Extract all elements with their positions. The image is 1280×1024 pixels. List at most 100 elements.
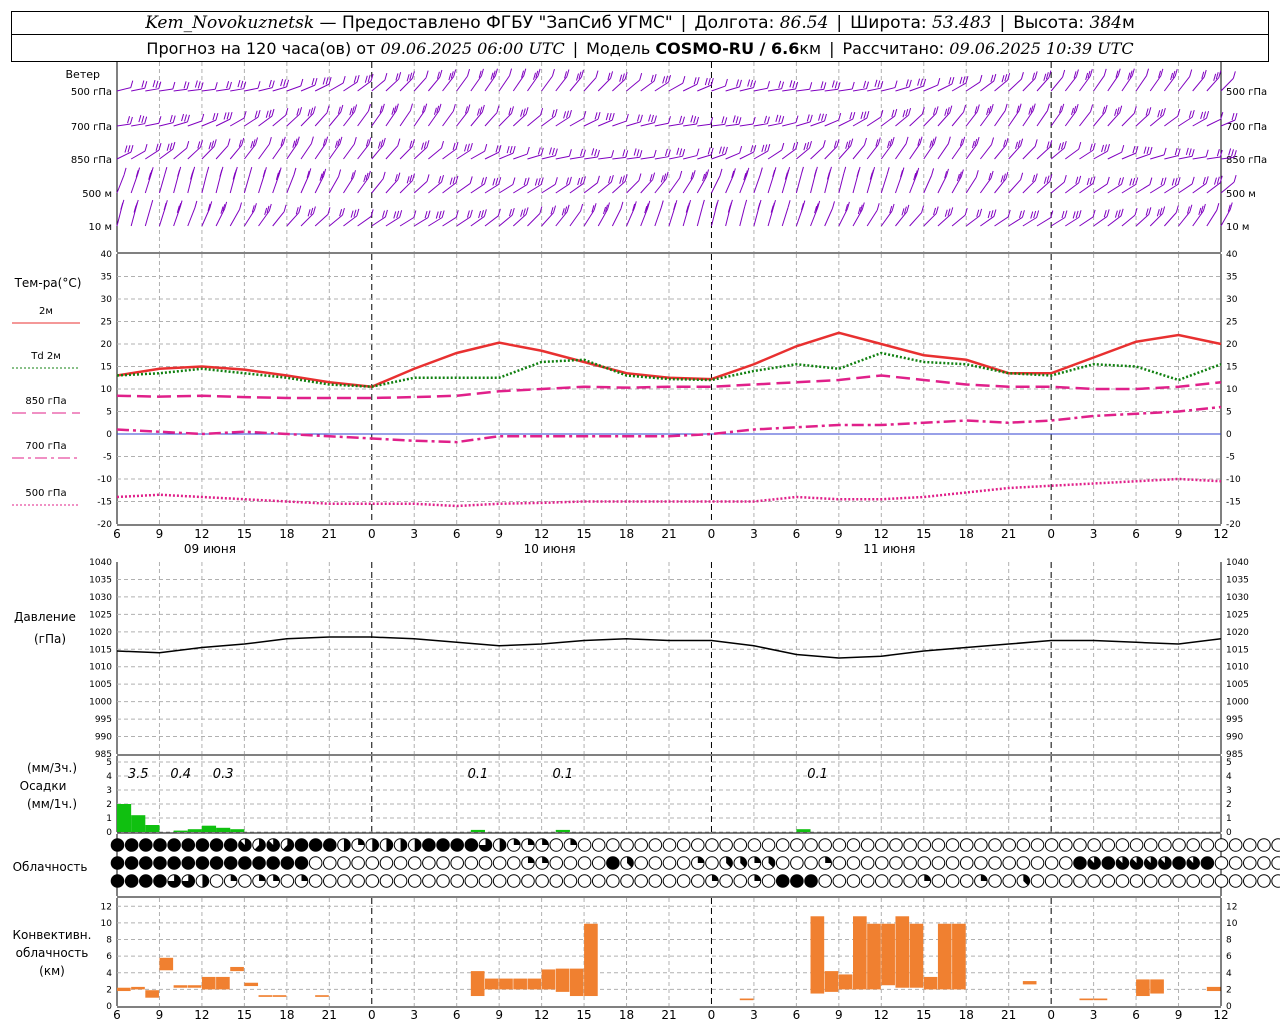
wind-barb — [456, 216, 471, 227]
wind-barb-feather — [1218, 70, 1222, 78]
wind-barb-feather — [682, 116, 685, 124]
wind-barb — [527, 154, 542, 160]
legend-label: 850 гПа — [25, 396, 66, 407]
wind-barb-feather — [976, 104, 980, 112]
wind-barb-feather — [254, 110, 258, 118]
wind-barb-feather — [356, 208, 360, 216]
cloud-symbol — [379, 874, 394, 888]
wind-barb — [1192, 156, 1207, 160]
conv-bar — [187, 985, 202, 988]
wind-barb — [555, 211, 568, 227]
precip-3h-value: 0.4 — [170, 767, 191, 782]
cloud-symbol — [181, 838, 196, 852]
cloud-symbol — [1002, 856, 1016, 870]
wind-barb-feather — [553, 205, 557, 213]
wind-barb-feather — [448, 73, 452, 81]
wind-barb-feather — [831, 80, 835, 88]
wind-barb-feather — [141, 115, 145, 124]
wind-barb — [442, 182, 457, 194]
wind-barb — [838, 173, 845, 194]
wind-barb-feather — [1103, 68, 1107, 76]
wind-barb-feather — [1046, 103, 1050, 111]
wind-barb-feather — [183, 81, 187, 89]
day-label: 11 июня — [863, 542, 915, 556]
wind-barb-feather — [701, 199, 705, 208]
wind-barb-feather — [693, 116, 697, 124]
wind-barb-feather — [822, 140, 826, 148]
wind-barb-feather — [393, 211, 397, 219]
wind-barb-feather — [1004, 103, 1008, 111]
wind-barb-feather — [484, 176, 487, 185]
wind-barb-feather — [268, 203, 272, 212]
cloud-symbol — [1030, 856, 1045, 870]
wind-barb-feather — [311, 77, 315, 86]
cloud-symbol — [1002, 838, 1016, 852]
wind-barb-feather — [1160, 177, 1164, 186]
wind-barb — [314, 112, 328, 127]
wind-barb — [300, 84, 316, 92]
wind-level-label: 500 гПа — [71, 87, 112, 98]
wind-barb-feather — [1119, 105, 1123, 113]
wind-barb — [470, 216, 485, 227]
wind-barb-feather — [498, 177, 502, 185]
conv-bar — [145, 990, 159, 998]
wind-barb-feather — [396, 210, 400, 219]
wind-barb-feather — [1000, 175, 1004, 183]
wind-barb — [187, 120, 202, 127]
wind-barb-feather — [834, 81, 838, 89]
wind-barb — [1050, 181, 1065, 194]
wind-barb-feather — [249, 166, 253, 175]
wind-barb — [767, 149, 783, 160]
conv-bar — [244, 982, 259, 987]
wind-barb — [314, 143, 327, 160]
wind-barb-feather — [891, 136, 895, 145]
cloud-symbol — [1087, 838, 1101, 852]
cloud-symbol — [974, 856, 988, 870]
cloud-symbol — [875, 874, 889, 888]
x-tick-label-bottom: 18 — [619, 1008, 634, 1022]
wind-barb-feather — [1205, 149, 1209, 157]
wind-barb-feather — [1114, 210, 1118, 218]
cloud-symbol — [1059, 874, 1073, 888]
cloud-symbol — [1059, 838, 1073, 852]
wind-barb — [810, 88, 824, 92]
cloud-symbol — [959, 874, 974, 888]
wind-barb-feather — [226, 112, 230, 120]
wind-barb — [937, 175, 947, 194]
wind-barb-feather — [906, 204, 910, 212]
wind-barb — [116, 87, 131, 92]
cloud-symbol — [153, 838, 167, 852]
wind-barb — [965, 143, 978, 160]
wind-barb — [796, 88, 810, 92]
wind-barb — [173, 88, 188, 92]
cloud-symbol — [761, 874, 776, 888]
conv-tick-right: 12 — [1226, 902, 1237, 912]
wind-barb-feather — [860, 111, 864, 120]
temp-tick-right: 10 — [1226, 385, 1238, 395]
precip-bar — [216, 827, 231, 832]
conv-bar — [1136, 979, 1150, 997]
wind-barb-feather — [1143, 146, 1147, 154]
conv-bar — [881, 923, 895, 986]
wind-barb — [852, 88, 867, 92]
wind-barb — [739, 151, 754, 160]
cloud-symbol — [988, 874, 1002, 888]
wind-barb — [216, 88, 230, 92]
x-tick-label: 6 — [453, 527, 461, 541]
temp-tick-left: 25 — [101, 318, 112, 328]
wind-barb-feather — [963, 104, 967, 113]
wind-barb-feather — [172, 81, 176, 90]
cloud-symbol — [591, 838, 606, 852]
wind-barb-feather — [960, 169, 964, 177]
wind-barb-feather — [1233, 174, 1237, 183]
cloud-symbol — [988, 838, 1002, 852]
wind-barb — [527, 213, 541, 227]
wind-barb — [895, 143, 907, 160]
wind-barb-feather — [339, 209, 343, 217]
cloud-symbol — [1200, 838, 1215, 852]
precip-label: Осадки — [20, 779, 67, 793]
wind-barb-feather — [1200, 111, 1204, 120]
conv-bar — [173, 985, 188, 988]
wind-barb-feather — [1229, 202, 1233, 210]
wind-barb — [753, 150, 769, 160]
